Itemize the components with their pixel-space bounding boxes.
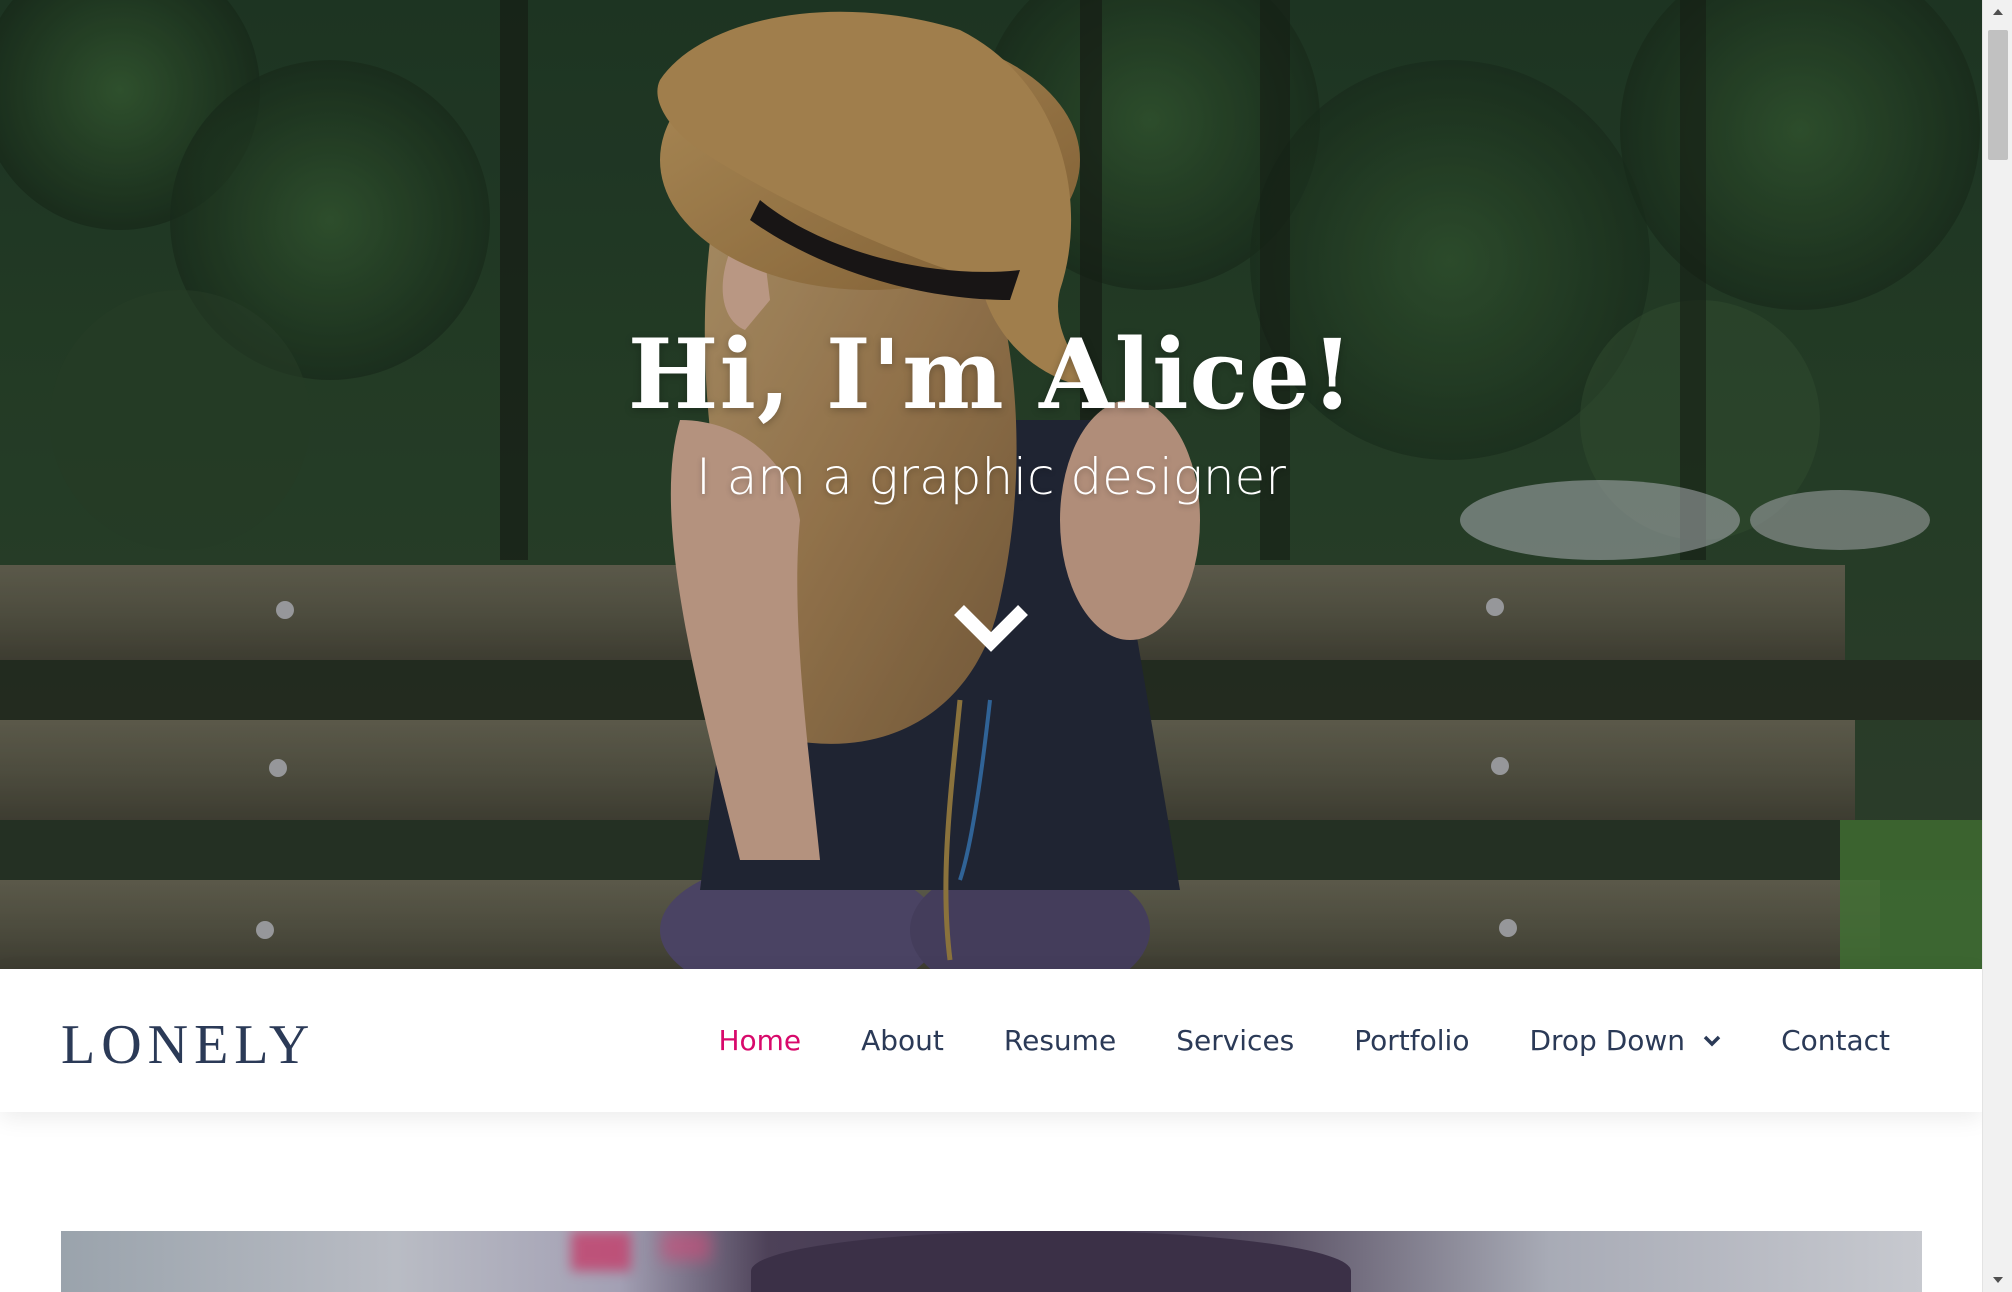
page-scrollbar[interactable] — [1982, 0, 2012, 1292]
hero-title: Hi, I'm Alice! — [627, 318, 1355, 431]
image-detail — [751, 1231, 1351, 1292]
nav-item-dropdown[interactable]: Drop Down — [1529, 1024, 1721, 1057]
scroll-down-button[interactable] — [951, 598, 1031, 658]
site-logo[interactable]: LONELY — [61, 1013, 315, 1077]
triangle-down-icon — [1993, 1277, 2003, 1283]
nav-item-services[interactable]: Services — [1176, 1024, 1294, 1057]
hero-subtitle: I am a graphic designer — [696, 448, 1286, 506]
chevron-down-icon — [954, 605, 1028, 652]
about-section-image — [61, 1231, 1922, 1292]
nav-item-resume[interactable]: Resume — [1004, 1024, 1116, 1057]
nav-item-label: Resume — [1003, 1024, 1117, 1057]
hero-section: Hi, I'm Alice! I am a graphic designer — [0, 0, 1982, 969]
triangle-up-icon — [1993, 9, 2003, 15]
scroll-down-arrow[interactable] — [1983, 1268, 2012, 1292]
nav-item-contact[interactable]: Contact — [1781, 1024, 1890, 1057]
nav-item-label: Portfolio — [1354, 1024, 1470, 1057]
page: Hi, I'm Alice! I am a graphic designer L… — [0, 0, 1982, 1292]
nav-item-portfolio[interactable]: Portfolio — [1354, 1024, 1469, 1057]
image-detail — [661, 1231, 711, 1261]
nav-item-about[interactable]: About — [861, 1024, 944, 1057]
nav-item-label: Home — [718, 1024, 802, 1057]
scroll-up-arrow[interactable] — [1983, 0, 2012, 24]
chevron-down-icon — [1703, 1035, 1721, 1046]
site-header: LONELY Home About Resume Services Portfo… — [0, 969, 1982, 1112]
nav-item-home[interactable]: Home — [718, 1024, 801, 1057]
nav-item-label: Contact — [1781, 1024, 1890, 1057]
nav-item-label: About — [861, 1024, 944, 1057]
scrollbar-thumb[interactable] — [1988, 30, 2008, 160]
nav-item-label: Drop Down — [1529, 1024, 1686, 1057]
image-detail — [571, 1231, 631, 1271]
main-nav: Home About Resume Services Portfolio Dro… — [658, 969, 1890, 1112]
nav-item-label: Services — [1176, 1024, 1295, 1057]
